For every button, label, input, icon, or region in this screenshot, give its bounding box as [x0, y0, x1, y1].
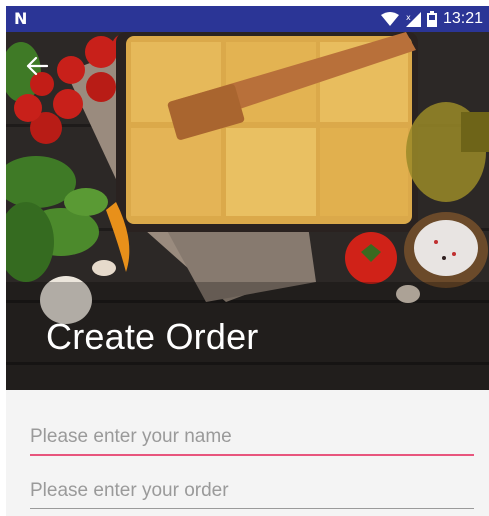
- app-screen: N x 13:21 Create Order Please enter your…: [6, 6, 489, 516]
- svg-text:x: x: [406, 13, 411, 22]
- page-title: Create Order: [46, 316, 259, 357]
- order-form: [6, 390, 489, 516]
- wifi-icon: [380, 12, 399, 26]
- arrow-left-icon: [26, 56, 48, 76]
- status-icons: x 13:21: [380, 6, 483, 32]
- order-field[interactable]: [30, 480, 474, 509]
- name-field[interactable]: [30, 426, 474, 456]
- notification-app-icon: N: [14, 9, 28, 28]
- status-time: 13:21: [442, 10, 483, 27]
- back-button[interactable]: [26, 56, 56, 86]
- battery-icon: [426, 11, 437, 27]
- signal-no-data-icon: x: [405, 12, 421, 27]
- status-bar: N x 13:21: [6, 6, 489, 32]
- hero-image: Create Order: [6, 32, 489, 390]
